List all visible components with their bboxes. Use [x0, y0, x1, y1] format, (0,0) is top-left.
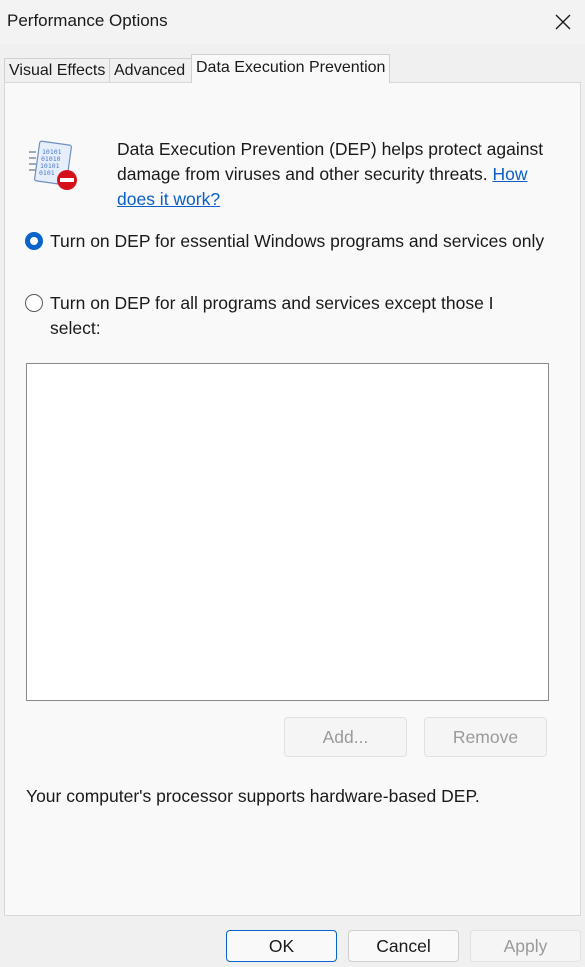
close-icon: [555, 14, 571, 30]
dep-panel: 10101 01010 10101 0101 Data Execution Pr…: [4, 82, 581, 916]
cancel-button[interactable]: Cancel: [348, 930, 459, 962]
radio-essential-programs-label: Turn on DEP for essential Windows progra…: [50, 231, 545, 251]
window-title: Performance Options: [7, 11, 168, 30]
dep-description-text: Data Execution Prevention (DEP) helps pr…: [117, 139, 544, 184]
excluded-programs-list[interactable]: [26, 363, 549, 701]
radio-all-programs-button[interactable]: [25, 294, 43, 312]
close-button[interactable]: [545, 4, 581, 40]
radio-all-programs[interactable]: Turn on DEP for all programs and service…: [25, 291, 545, 341]
apply-button[interactable]: Apply: [470, 930, 581, 962]
radio-essential-programs[interactable]: Turn on DEP for essential Windows progra…: [25, 229, 545, 254]
radio-essential-programs-button[interactable]: [25, 232, 43, 250]
add-button[interactable]: Add...: [284, 717, 407, 757]
tab-visual-effects[interactable]: Visual Effects: [4, 58, 110, 82]
tab-advanced[interactable]: Advanced: [109, 58, 192, 82]
radio-all-programs-label: Turn on DEP for all programs and service…: [50, 293, 494, 338]
ok-button[interactable]: OK: [226, 930, 337, 962]
dep-shield-icon: 10101 01010 10101 0101: [29, 140, 77, 190]
title-bar: Performance Options: [0, 0, 585, 44]
tab-data-execution-prevention[interactable]: Data Execution Prevention: [191, 54, 390, 83]
hardware-dep-status: Your computer's processor supports hardw…: [26, 786, 480, 806]
remove-button[interactable]: Remove: [424, 717, 547, 757]
dep-description: Data Execution Prevention (DEP) helps pr…: [117, 137, 557, 212]
svg-text:0101: 0101: [39, 169, 55, 177]
